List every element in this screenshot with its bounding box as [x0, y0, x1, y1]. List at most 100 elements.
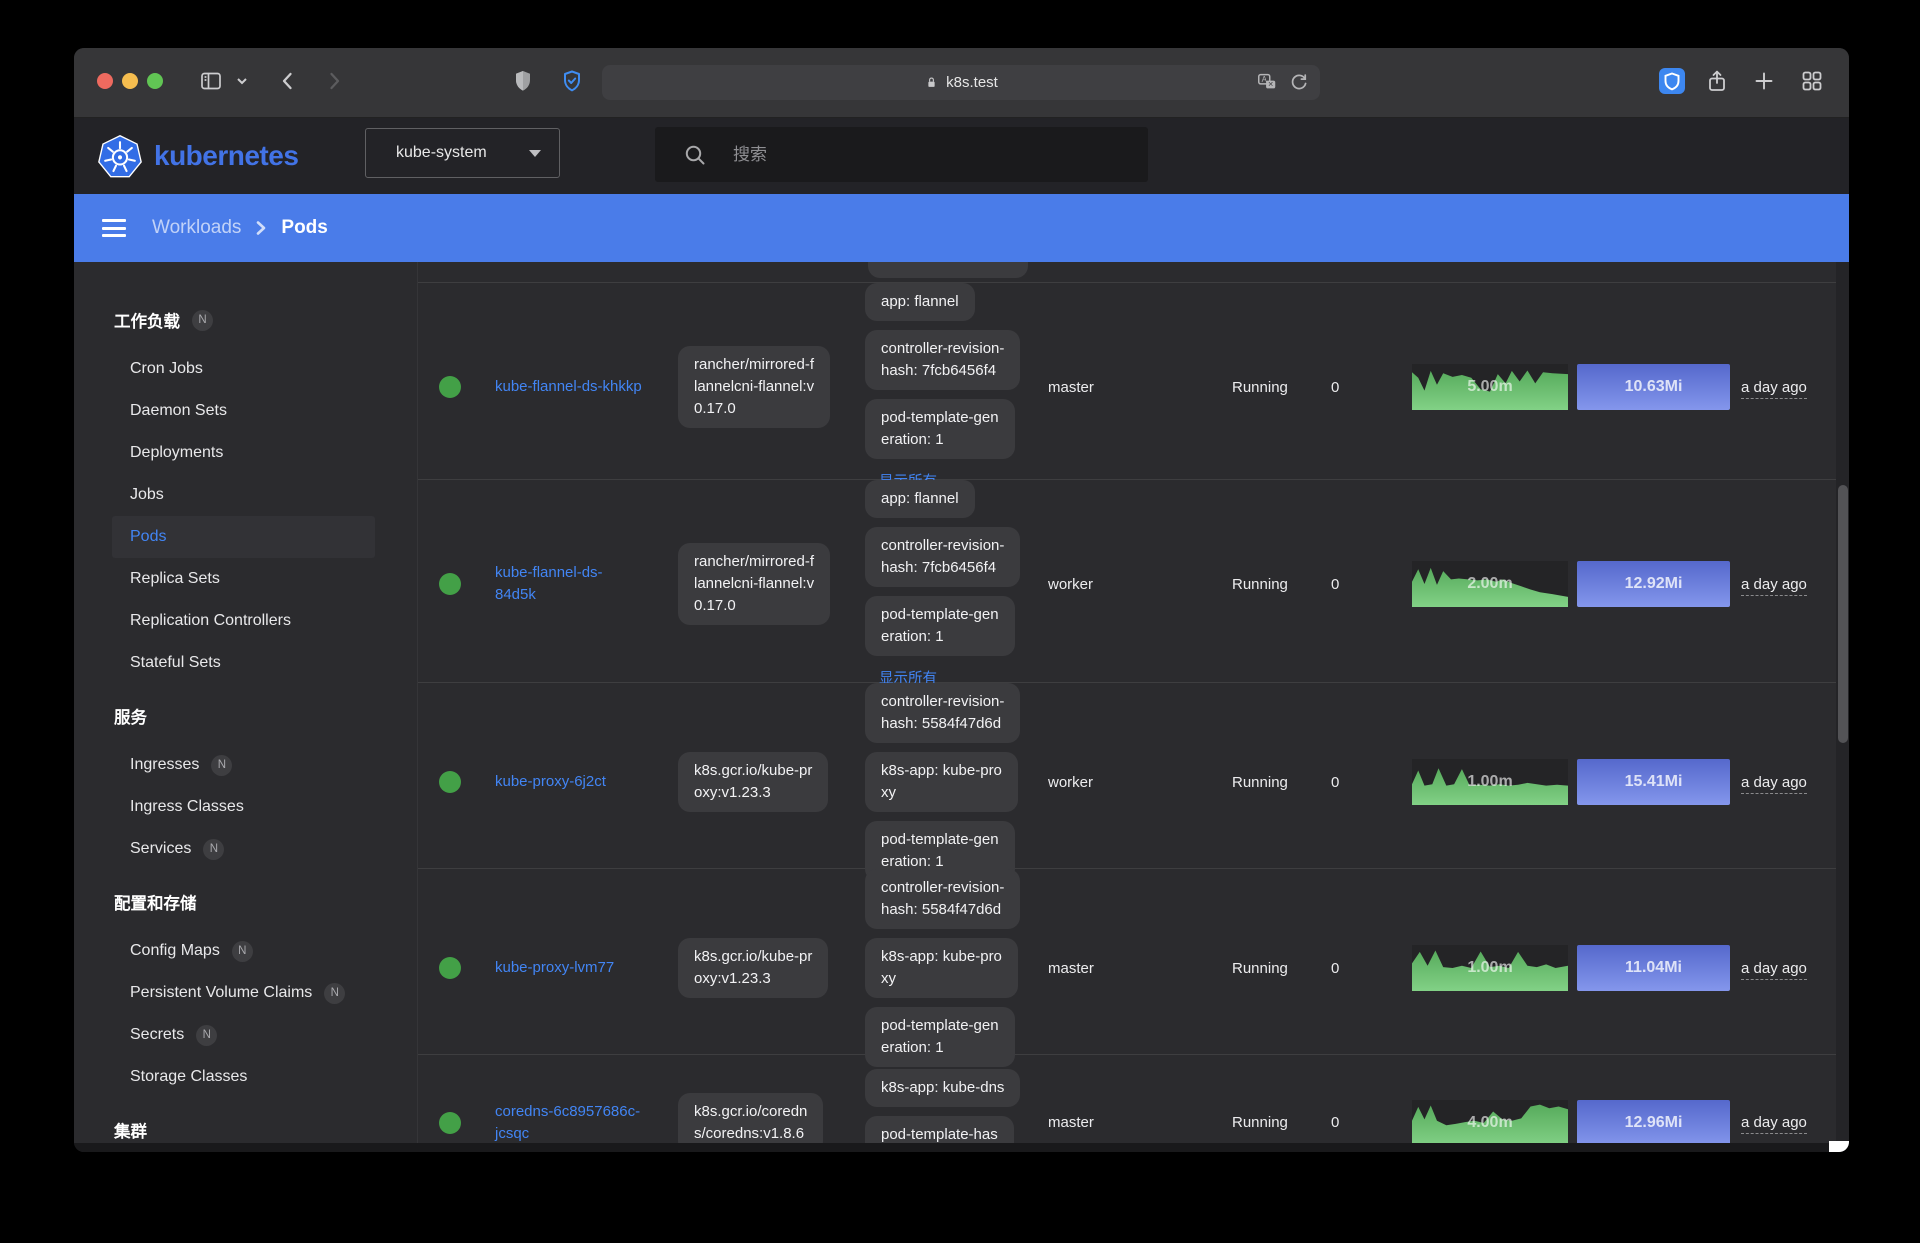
node-cell: worker	[1041, 576, 1226, 593]
address-bar[interactable]: k8s.test A✕	[602, 65, 1320, 100]
label-chip: k8s-app: kube-proxy	[865, 752, 1018, 812]
age-cell: a day ago	[1741, 960, 1807, 980]
labels-cell: controller-revision-hash: 5584f47d6d k8s-…	[861, 683, 1041, 881]
label-chip: controller-revision-hash: 5584f47d6d	[865, 683, 1020, 743]
sidebar-item[interactable]: Persistent Volume Claims N	[112, 972, 375, 1014]
label-chip: k8s-app: kube-proxy	[865, 938, 1018, 998]
sidebar-item[interactable]: Deployments	[112, 432, 375, 474]
table-row: coredns-6c8957686c-jcsqc k8s.gcr.io/core…	[418, 1055, 1836, 1143]
password-manager-extension-icon[interactable]	[1659, 68, 1685, 94]
sidebar-item[interactable]: Storage Classes	[112, 1056, 375, 1098]
sidebar-section-title: 集群	[114, 1118, 147, 1142]
cpu-sparkline: 4.00m	[1412, 1100, 1568, 1144]
sidebar-toggle-icon[interactable]	[199, 69, 223, 93]
minimize-window-button[interactable]	[122, 73, 138, 89]
labels-cell: app: flannelcontroller-revision-hash: 7f…	[861, 283, 1041, 491]
memory-bar: 12.92Mi	[1577, 561, 1730, 607]
sidebar-item[interactable]: Replication Controllers	[112, 600, 375, 642]
vertical-scrollbar[interactable]	[1836, 262, 1849, 1143]
scrollbar-thumb[interactable]	[1838, 485, 1848, 743]
sidebar-item[interactable]: Services N	[112, 828, 375, 870]
namespaced-badge: N	[211, 755, 232, 776]
zoom-window-button[interactable]	[147, 73, 163, 89]
sidebar-item[interactable]: Daemon Sets	[112, 390, 375, 432]
search-icon	[683, 143, 707, 167]
memory-bar: 12.96Mi	[1577, 1100, 1730, 1144]
translate-icon[interactable]: A✕	[1256, 71, 1278, 93]
restarts-cell: 0	[1311, 379, 1396, 396]
namespace-select[interactable]: kube-system	[365, 128, 560, 178]
label-chip: pod-template-hash: 6c8957686c	[865, 1116, 1014, 1143]
sidebar-item[interactable]: Ingress Classes	[112, 786, 375, 828]
close-window-button[interactable]	[97, 73, 113, 89]
label-chip: controller-revision-hash: 7fcb6456f4	[865, 330, 1020, 390]
reload-icon[interactable]	[1288, 71, 1310, 93]
sidebar-item[interactable]: Jobs	[112, 474, 375, 516]
restarts-cell: 0	[1311, 960, 1396, 977]
table-row: kube-proxy-6j2ct k8s.gcr.io/kube-proxy:v…	[418, 683, 1836, 869]
image-chip: rancher/mirrored-flannelcni-flannel:v0.1…	[678, 543, 830, 625]
label-chip: app: flannel	[865, 480, 975, 518]
sidebar-item[interactable]: Config Maps N	[112, 930, 375, 972]
status-ok-dot	[439, 573, 461, 595]
breadcrumb-chevron-icon	[253, 220, 269, 236]
restarts-cell: 0	[1311, 576, 1396, 593]
table-row: kube-flannel-ds-84d5k rancher/mirrored-f…	[418, 480, 1836, 683]
labels-cell: controller-revision-hash: 5584f47d6dk8s-…	[861, 869, 1041, 1067]
clipped-row	[418, 262, 1836, 283]
sidebar-item[interactable]: Cron Jobs	[112, 348, 375, 390]
back-icon[interactable]	[276, 69, 300, 93]
namespaced-badge: N	[324, 983, 345, 1004]
new-tab-icon[interactable]	[1752, 69, 1776, 93]
pod-name-link[interactable]: kube-proxy-lvm77	[495, 957, 661, 979]
pod-name-link[interactable]: kube-proxy-6j2ct	[495, 771, 661, 793]
breadcrumb-bar: Workloads Pods	[74, 194, 1849, 262]
image-chip: rancher/mirrored-flannelcni-flannel:v0.1…	[678, 346, 830, 428]
age-cell: a day ago	[1741, 1114, 1807, 1134]
namespaced-badge: N	[192, 310, 213, 331]
sidebar-item[interactable]: Stateful Sets	[112, 642, 375, 684]
pods-table: kube-flannel-ds-khkkp rancher/mirrored-f…	[417, 262, 1836, 1143]
labels-cell: app: flannelcontroller-revision-hash: 7f…	[861, 480, 1041, 688]
age-cell: a day ago	[1741, 774, 1807, 794]
sidebar-chevron-down-icon[interactable]	[234, 69, 250, 93]
browser-toolbar: k8s.test A✕	[74, 48, 1849, 118]
brand-title: kubernetes	[154, 140, 298, 172]
search-box	[655, 127, 1148, 182]
horizontal-scrollbar[interactable]	[74, 1143, 1849, 1152]
search-input[interactable]	[733, 145, 1113, 165]
sidebar-item[interactable]: Secrets N	[112, 1014, 375, 1056]
sidebar-item[interactable]: Ingresses N	[112, 744, 375, 786]
pod-name-link[interactable]: kube-flannel-ds-khkkp	[495, 376, 661, 398]
namespace-value: kube-system	[396, 144, 487, 162]
pod-name-link[interactable]: kube-flannel-ds-84d5k	[495, 562, 661, 606]
cpu-sparkline: 1.00m	[1412, 759, 1568, 805]
shield-check-extension-icon[interactable]	[560, 69, 584, 93]
menu-icon[interactable]	[102, 219, 126, 237]
browser-window: k8s.test A✕ kubernetes	[74, 48, 1849, 1152]
age-cell: a day ago	[1741, 379, 1807, 399]
status-cell: Running	[1226, 1114, 1311, 1131]
label-chip: pod-template-generation: 1	[865, 1007, 1015, 1067]
privacy-shield-icon[interactable]	[511, 69, 535, 93]
status-ok-dot	[439, 1112, 461, 1134]
status-cell: Running	[1226, 960, 1311, 977]
image-chip: k8s.gcr.io/kube-proxy:v1.23.3	[678, 938, 828, 998]
sidebar-item[interactable]: Replica Sets	[112, 558, 375, 600]
label-chip: pod-template-generation: 1	[865, 596, 1015, 656]
node-cell: master	[1041, 1114, 1226, 1131]
pod-name-link[interactable]: coredns-6c8957686c-jcsqc	[495, 1101, 661, 1144]
node-cell: master	[1041, 379, 1226, 396]
breadcrumb-section[interactable]: Workloads	[152, 217, 241, 239]
image-chip: k8s.gcr.io/coredns/coredns:v1.8.6	[678, 1093, 823, 1144]
share-icon[interactable]	[1705, 69, 1729, 93]
memory-bar: 10.63Mi	[1577, 364, 1730, 410]
tab-overview-icon[interactable]	[1800, 69, 1824, 93]
labels-cell: k8s-app: kube-dnspod-template-hash: 6c89…	[861, 1069, 1041, 1143]
forward-icon[interactable]	[322, 69, 346, 93]
content-area: 工作负载 N Cron Jobs Daemon Sets Deployments…	[74, 262, 1849, 1143]
kubernetes-logo-icon	[97, 133, 143, 179]
memory-bar: 11.04Mi	[1577, 945, 1730, 991]
sidebar-item[interactable]: Pods	[112, 516, 375, 558]
label-chip: pod-template-generation: 1	[865, 399, 1015, 459]
